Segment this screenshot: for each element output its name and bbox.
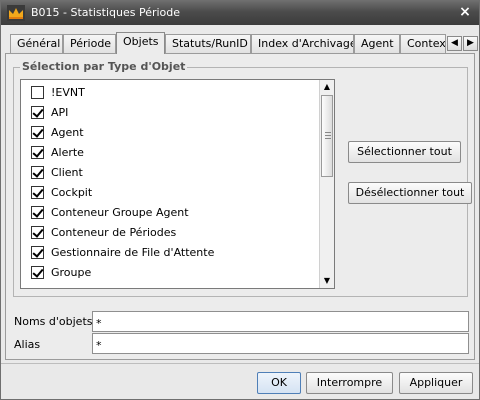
scroll-down-icon[interactable]: ▼	[320, 274, 334, 288]
thumb-grip-line	[325, 132, 331, 133]
list-item[interactable]: Agent	[27, 123, 317, 143]
object-type-groupbox: Sélection par Type d'Objet !EVNT API Agent…	[13, 60, 472, 297]
item-checkbox[interactable]	[31, 246, 44, 259]
item-checkbox[interactable]	[31, 186, 44, 199]
item-checkbox[interactable]	[31, 106, 44, 119]
tab-general[interactable]: Général	[10, 34, 63, 53]
item-checkbox[interactable]	[31, 146, 44, 159]
alias-label: Alias	[14, 338, 41, 351]
list-item[interactable]: API	[27, 103, 317, 123]
item-label: !EVNT	[51, 86, 85, 99]
thumb-grip-line	[325, 138, 331, 139]
list-item[interactable]: Gestionnaire de File d'Attente	[27, 243, 317, 263]
item-label: Agent	[51, 126, 84, 139]
app-crown-icon	[7, 5, 25, 21]
list-scrollbar[interactable]: ▲ ▼	[319, 80, 334, 288]
scroll-up-icon[interactable]: ▲	[320, 80, 334, 94]
tab-index-archivage[interactable]: Index d'Archivage	[251, 34, 354, 53]
item-label: Cockpit	[51, 186, 93, 199]
window-title: B015 - Statistiques Période	[31, 6, 181, 19]
select-all-button[interactable]: Sélectionner tout	[348, 141, 461, 163]
dialog-window: B015 - Statistiques Période × Général Pé…	[0, 0, 480, 400]
item-checkbox[interactable]	[31, 206, 44, 219]
item-checkbox[interactable]	[31, 86, 44, 99]
object-type-list[interactable]: !EVNT API Agent Alerte Client Cockpit Conteneu…	[20, 79, 335, 289]
item-checkbox[interactable]	[31, 226, 44, 239]
object-names-input[interactable]	[92, 311, 469, 332]
alias-input[interactable]	[92, 333, 469, 354]
apply-button[interactable]: Appliquer	[399, 372, 473, 394]
item-label: API	[51, 106, 69, 119]
tab-periode[interactable]: Période	[63, 34, 116, 53]
thumb-grip-line	[325, 135, 331, 136]
tab-agent[interactable]: Agent	[354, 34, 400, 53]
title-bar[interactable]: B015 - Statistiques Période ×	[1, 1, 479, 25]
item-checkbox[interactable]	[31, 126, 44, 139]
item-label: Groupe	[51, 266, 92, 279]
tab-objets[interactable]: Objets	[116, 32, 165, 54]
group-title: Sélection par Type d'Objet	[20, 60, 188, 73]
tab-scroll-right-icon[interactable]: ▶	[463, 36, 478, 51]
list-item[interactable]: Cockpit	[27, 183, 317, 203]
list-item[interactable]: !EVNT	[27, 83, 317, 103]
tab-scroll-left-icon[interactable]: ◀	[447, 36, 462, 51]
tab-bar: Général Période Objets Statuts/RunID Ind…	[10, 32, 480, 54]
list-item[interactable]: Alerte	[27, 143, 317, 163]
item-label: Alerte	[51, 146, 84, 159]
list-item[interactable]: Conteneur de Périodes	[27, 223, 317, 243]
item-label: Conteneur Groupe Agent	[51, 206, 189, 219]
item-label: Conteneur de Périodes	[51, 226, 177, 239]
interrupt-button[interactable]: Interrompre	[306, 372, 393, 394]
list-item[interactable]: Groupe	[27, 263, 317, 283]
tab-contexte[interactable]: Contexte	[400, 34, 446, 53]
scrollbar-thumb[interactable]	[321, 95, 333, 177]
list-items: !EVNT API Agent Alerte Client Cockpit Conteneu…	[21, 80, 320, 288]
ok-button[interactable]: OK	[257, 372, 301, 394]
list-item[interactable]: Client	[27, 163, 317, 183]
tab-statuts-runid[interactable]: Statuts/RunID	[165, 34, 251, 53]
item-label: Gestionnaire de File d'Attente	[51, 246, 215, 259]
deselect-all-button[interactable]: Désélectionner tout	[348, 182, 472, 204]
item-checkbox[interactable]	[31, 266, 44, 279]
footer-separator	[1, 363, 479, 364]
object-names-label: Noms d'objets:	[14, 315, 97, 328]
item-label: Client	[51, 166, 83, 179]
item-checkbox[interactable]	[31, 166, 44, 179]
list-item[interactable]: Conteneur Groupe Agent	[27, 203, 317, 223]
close-icon[interactable]: ×	[457, 4, 473, 20]
tab-panel-objets: Sélection par Type d'Objet !EVNT API Agent…	[5, 53, 475, 360]
